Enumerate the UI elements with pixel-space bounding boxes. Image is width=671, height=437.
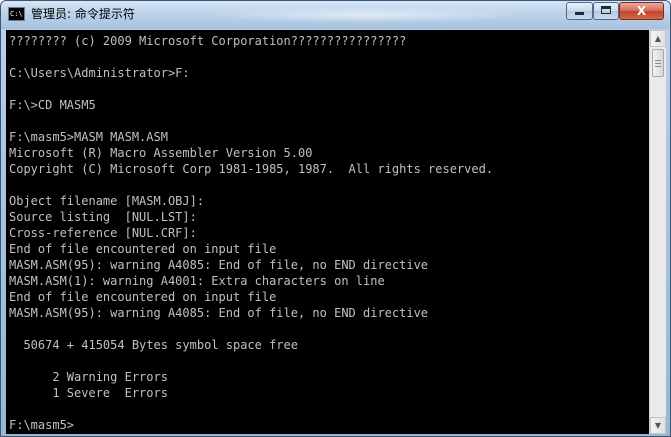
console-line: F:\masm5>MASM MASM.ASM [9, 130, 168, 144]
cmd-app-icon[interactable]: C:\. [8, 7, 25, 21]
thumb-grip-icon [655, 60, 661, 61]
console-line: 2 Warning Errors [9, 370, 168, 384]
console-output[interactable]: ???????? (c) 2009 Microsoft Corporation?… [6, 30, 649, 434]
thumb-grip-icon [655, 63, 661, 64]
scrollbar-thumb[interactable] [652, 49, 664, 77]
scroll-up-arrow-icon: ▲ [654, 34, 662, 43]
console-line: Copyright (C) Microsoft Corp 1981-1985, … [9, 162, 494, 176]
scroll-up-button[interactable]: ▲ [650, 30, 666, 47]
scroll-down-arrow-icon: ▼ [654, 421, 662, 430]
console-line: End of file encountered on input file [9, 242, 277, 256]
console-line: Cross-reference [NUL.CRF]: [9, 226, 197, 240]
title-bar-glow [201, 7, 531, 23]
minimize-icon [575, 12, 584, 15]
close-icon: X [636, 4, 647, 18]
console-line: Microsoft (R) Macro Assembler Version 5.… [9, 146, 313, 160]
console-line: Source listing [NUL.LST]: [9, 210, 197, 224]
vertical-scrollbar[interactable]: ▲ ▼ [649, 30, 666, 434]
console-line: C:\Users\Administrator>F: [9, 66, 190, 80]
maximize-icon [601, 6, 611, 14]
command-prompt-window: C:\. 管理员: 命令提示符 X ???????? (c) 2009 Micr… [0, 0, 671, 437]
console-line: MASM.ASM(1): warning A4001: Extra charac… [9, 274, 385, 288]
close-button[interactable]: X [619, 2, 664, 20]
scroll-down-button[interactable]: ▼ [650, 417, 666, 434]
console-line: F:\>CD MASM5 [9, 98, 96, 112]
console-line: ???????? (c) 2009 Microsoft Corporation?… [9, 34, 407, 48]
console-line: Object filename [MASM.OBJ]: [9, 194, 205, 208]
thumb-grip-icon [655, 66, 661, 67]
minimize-button[interactable] [566, 2, 593, 20]
console-line: F:\masm5> [9, 418, 75, 432]
title-bar[interactable]: C:\. 管理员: 命令提示符 X [1, 1, 670, 29]
console-line: 50674 + 415054 Bytes symbol space free [9, 338, 298, 352]
console-line: MASM.ASM(95): warning A4085: End of file… [9, 258, 429, 272]
console-line: MASM.ASM(95): warning A4085: End of file… [9, 306, 429, 320]
maximize-button[interactable] [593, 2, 619, 20]
window-title: 管理员: 命令提示符 [31, 7, 135, 21]
console-line: 1 Severe Errors [9, 386, 168, 400]
console-line: End of file encountered on input file [9, 290, 277, 304]
